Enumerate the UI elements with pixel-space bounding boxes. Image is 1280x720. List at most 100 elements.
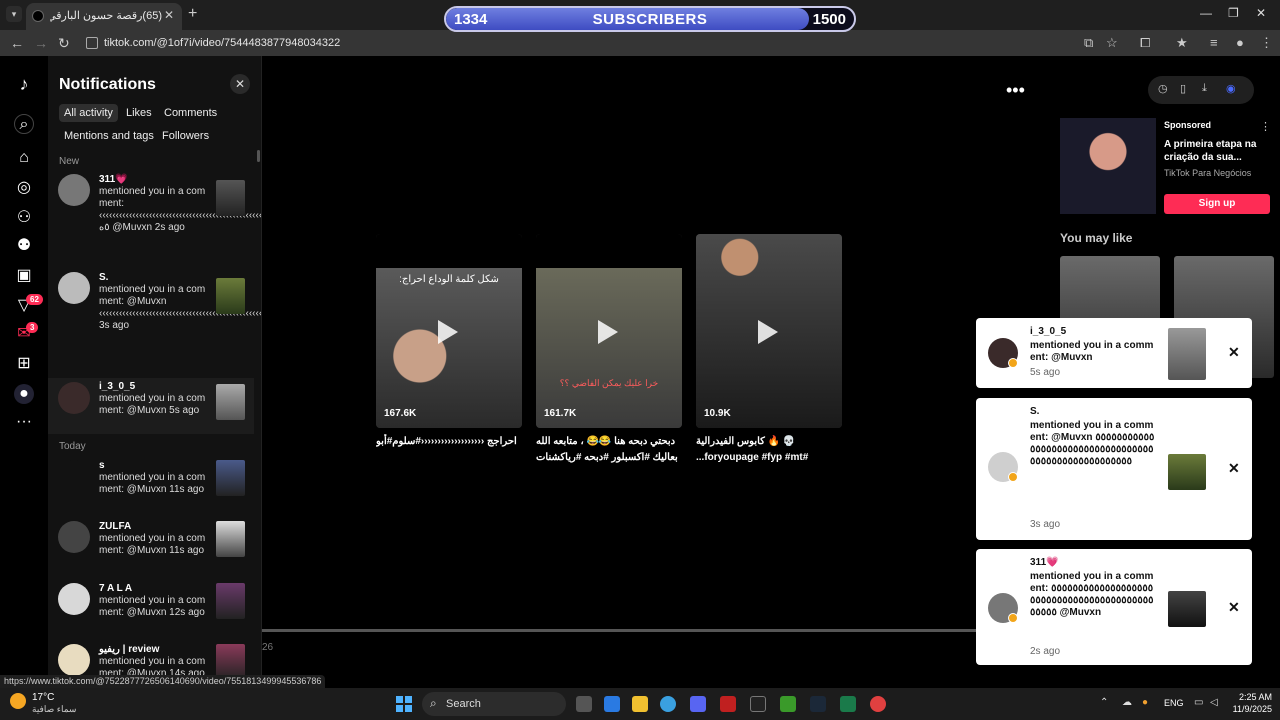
close-window-icon[interactable]: ✕ [1256, 6, 1266, 20]
video-thumbnail[interactable] [216, 583, 245, 619]
clock-time[interactable]: 2:25 AM [1228, 692, 1272, 702]
filter-followers[interactable]: Followers [157, 127, 214, 145]
explore-icon[interactable]: ◎ [14, 178, 34, 198]
site-info-icon[interactable] [86, 37, 98, 49]
video-thumbnail[interactable]: شكل كلمة الوداع احراج: 167.6K [376, 234, 522, 428]
browser-menu-icon[interactable]: ⋮ [1260, 35, 1273, 51]
video-description[interactable]: دبحتي دبحه هنا 😂😂 ، متابعه الله بعالیك #… [536, 434, 682, 468]
reload-icon[interactable]: ↻ [58, 35, 70, 52]
network-icon[interactable]: ▭ [1194, 697, 1203, 708]
tray-chevron-icon[interactable]: ⌃ [1100, 697, 1108, 708]
list-item[interactable]: s mentioned you in a comment: @Muvxn 11s… [48, 460, 254, 510]
favorites-icon[interactable]: ★ [1176, 35, 1188, 51]
list-item[interactable]: ZULFA mentioned you in a comment: @Muvxn… [48, 521, 254, 571]
home-icon[interactable]: ⌂ [14, 148, 34, 168]
ad-image[interactable] [1060, 118, 1156, 214]
video-thumbnail[interactable] [216, 384, 245, 420]
video-thumbnail[interactable] [216, 644, 245, 676]
list-item[interactable]: S. mentioned you in a comment: @Muvxn ‹‹… [48, 272, 261, 372]
list-item[interactable]: i_3_0_5 mentioned you in a comment: @Muv… [48, 378, 254, 434]
video-thumbnail[interactable]: 10.9K [696, 234, 842, 428]
video-thumbnail[interactable] [216, 278, 245, 314]
search-icon[interactable]: ⌕ [14, 114, 34, 134]
list-item[interactable]: 7 A L A mentioned you in a comment: @Muv… [48, 583, 254, 633]
back-icon[interactable]: ← [10, 35, 24, 51]
video-thumbnail[interactable]: خرا عليك يمكن الفاضي ؟؟ 161.7K [536, 234, 682, 428]
forward-icon[interactable]: → [34, 35, 48, 51]
close-icon[interactable]: ✕ [1228, 599, 1240, 616]
task-view-icon[interactable] [576, 696, 592, 712]
cloud-icon[interactable]: ☁ [1122, 697, 1132, 708]
video-description[interactable]: 💀 🔥 كابوس الفيدرالية #foryoupage #fyp #m… [696, 434, 842, 468]
video-thumbnail[interactable] [1168, 328, 1206, 380]
discord-icon[interactable] [690, 696, 706, 712]
nvidia-icon[interactable] [780, 696, 796, 712]
bookmark-star-icon[interactable]: ☆ [1106, 35, 1118, 51]
obs-icon[interactable] [750, 696, 766, 712]
browser-tab[interactable]: (65)رقصة حسون البارقي الجديدة ✕ [26, 3, 182, 30]
list-item[interactable]: ريفيو | review mentioned you in a commen… [48, 644, 254, 676]
friends-icon[interactable]: ⚉ [14, 236, 34, 256]
upload-icon[interactable]: ⊞ [14, 354, 34, 374]
close-icon[interactable]: ✕ [1228, 344, 1240, 361]
tab-list-button[interactable]: ▾ [6, 6, 22, 22]
copilot-icon[interactable] [604, 696, 620, 712]
video-thumbnail[interactable] [216, 460, 245, 496]
weather-temp[interactable]: 17°C [32, 692, 54, 703]
list-item[interactable]: 311💗 mentioned you in a comment: ‹‹‹‹‹‹‹… [48, 174, 261, 260]
file-explorer-icon[interactable] [632, 696, 648, 712]
filter-comments[interactable]: Comments [159, 104, 222, 122]
chrome-icon[interactable] [870, 696, 886, 712]
notification-popup[interactable]: S. mentioned you in a comment: @Muvxn ٥٥… [976, 398, 1252, 540]
weather-desc[interactable]: سماء صافية [32, 704, 76, 715]
more-options-icon[interactable]: ••• [1006, 80, 1025, 101]
minimize-icon[interactable]: — [1200, 6, 1212, 20]
app-icon[interactable] [720, 696, 736, 712]
filter-all-activity[interactable]: All activity [59, 104, 118, 122]
ad-more-icon[interactable]: ⋮ [1260, 120, 1271, 133]
volume-icon[interactable]: ◁ [1210, 697, 1218, 708]
taskbar-search[interactable]: ⌕ Search [422, 692, 566, 716]
live-icon[interactable]: ▣ [14, 266, 34, 286]
popup-text: mentioned you in a comment: ٥٥٥٥٥٥٥٥٥٥٥٥… [1030, 571, 1154, 618]
restore-icon[interactable]: ❐ [1228, 6, 1239, 20]
close-tab-icon[interactable]: ✕ [164, 8, 174, 22]
settings-icon[interactable]: ◉ [1226, 82, 1236, 95]
speed-icon[interactable]: ◷ [1158, 82, 1168, 95]
notification-popup[interactable]: i_3_0_5 mentioned you in a comment: @Muv… [976, 318, 1252, 388]
extensions-icon[interactable]: ⧠ [1140, 35, 1150, 51]
close-icon[interactable]: ✕ [1228, 460, 1240, 477]
video-thumbnail[interactable] [216, 521, 245, 557]
install-app-icon[interactable]: ⧉ [1084, 35, 1093, 51]
download-icon[interactable]: ⤓ [1202, 82, 1207, 95]
sponsored-ad[interactable]: Sponsored ⋮ A primeira etapa na criação … [1060, 118, 1272, 214]
new-tab-button[interactable]: + [188, 5, 197, 23]
filter-likes[interactable]: Likes [121, 104, 157, 122]
excel-icon[interactable] [840, 696, 856, 712]
mobile-icon[interactable]: ▯ [1180, 82, 1186, 95]
clock-date[interactable]: 11/9/2025 [1228, 704, 1272, 714]
video-thumbnail[interactable] [1168, 591, 1206, 627]
weather-icon[interactable] [10, 693, 26, 709]
video-thumbnail[interactable] [216, 180, 245, 216]
filter-mentions[interactable]: Mentions and tags [59, 127, 159, 145]
browser-icon[interactable] [660, 696, 676, 712]
language-indicator[interactable]: ENG [1164, 698, 1184, 708]
close-icon[interactable]: ✕ [230, 74, 250, 94]
ad-signup-button[interactable]: Sign up [1164, 194, 1270, 214]
scrollbar-thumb[interactable] [257, 150, 260, 162]
tiktok-logo-icon[interactable]: ♪ [14, 74, 34, 94]
url-field[interactable]: tiktok.com/@1of7i/video/7544483877948034… [104, 37, 340, 49]
video-description[interactable]: احراجج ‹‹‹‹‹‹‹‹‹‹‹‹‹‹‹‹‹‹‹#سلوم#أبو [376, 434, 522, 468]
video-thumbnail[interactable] [1168, 454, 1206, 490]
media-icon[interactable]: ≡ [1210, 35, 1218, 50]
profile-avatar-icon[interactable]: ● [1236, 35, 1244, 50]
more-icon[interactable]: ··· [14, 412, 34, 432]
following-icon[interactable]: ⚇ [14, 208, 34, 228]
windows-start-icon[interactable] [396, 696, 412, 712]
profile-icon[interactable]: ● [14, 384, 34, 404]
notification-popup[interactable]: 311💗 mentioned you in a comment: ٥٥٥٥٥٥٥… [976, 549, 1252, 665]
steam-icon[interactable] [810, 696, 826, 712]
mic-icon[interactable]: ● [1142, 697, 1148, 708]
video-progress-bar[interactable] [262, 629, 976, 632]
